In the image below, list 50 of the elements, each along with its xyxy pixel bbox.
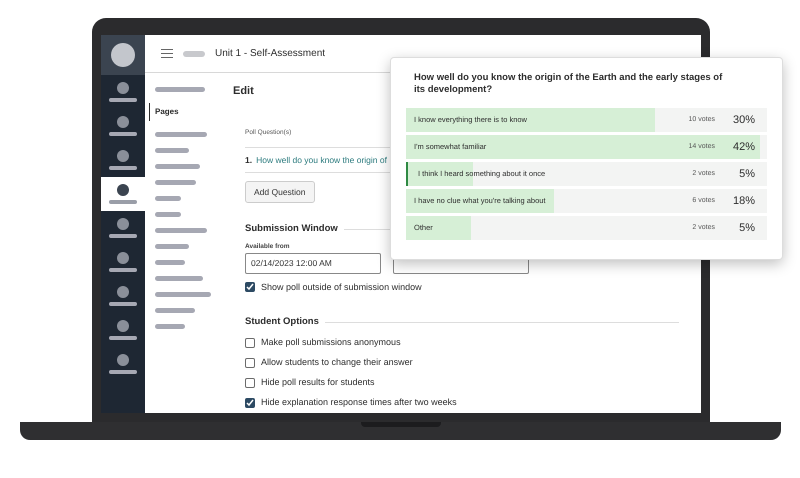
placeholder-bar: [155, 180, 196, 185]
placeholder-bar: [155, 196, 181, 201]
placeholder-bar: [109, 166, 137, 170]
placeholder-bar: [155, 164, 200, 169]
add-question-button[interactable]: Add Question: [245, 181, 315, 204]
placeholder-bar: [155, 324, 185, 329]
placeholder-bar: [155, 212, 181, 217]
placeholder-bar: [155, 292, 211, 297]
placeholder-bar: [109, 132, 137, 136]
avatar-icon[interactable]: [111, 43, 135, 67]
placeholder-bar: [155, 87, 205, 92]
placeholder-bar: [109, 98, 137, 102]
placeholder-bar: [155, 132, 207, 137]
placeholder-bar: [155, 244, 189, 249]
checkbox[interactable]: [245, 358, 255, 368]
section-heading: Submission Window: [245, 222, 338, 236]
vote-percent: 5%: [738, 166, 755, 182]
poll-question: How well do you know the origin of the Earth and the early stages of its development?: [414, 72, 724, 96]
vote-percent: 42%: [732, 140, 755, 155]
question-link[interactable]: How well do you know the origin of: [256, 154, 387, 166]
subnav-item[interactable]: Pages: [149, 103, 227, 121]
placeholder-bar: [155, 276, 203, 281]
placeholder-bar: [109, 302, 137, 306]
date-field[interactable]: 02/14/2023 12:00 AM: [245, 253, 381, 274]
question-number: 1.: [245, 154, 252, 166]
placeholder-bar: [109, 370, 137, 374]
placeholder-bar: [155, 260, 185, 265]
vote-percent: 5%: [738, 220, 755, 236]
checkbox-label: Hide poll results for students: [261, 376, 375, 389]
placeholder-bar: [155, 308, 195, 313]
placeholder-bar: [109, 268, 137, 272]
edit-heading: Edit: [233, 84, 254, 99]
vote-percent: 18%: [732, 194, 755, 209]
checkbox-label: Hide explanation response times after two weeks: [261, 396, 457, 409]
checkbox[interactable]: [245, 378, 255, 388]
breadcrumb-placeholder: [183, 50, 205, 56]
checkbox-label: Make poll submissions anonymous: [261, 336, 401, 349]
page-title: Unit 1 - Self-Assessment: [215, 47, 326, 61]
checkbox[interactable]: [245, 282, 255, 292]
menu-icon[interactable]: [161, 49, 173, 58]
placeholder-bar: [109, 336, 137, 340]
checkbox-label: Show poll outside of submission window: [261, 280, 422, 294]
section-heading: Student Options: [245, 315, 319, 330]
placeholder-bar: [109, 234, 137, 238]
checkbox[interactable]: [245, 338, 255, 348]
placeholder-bar: [155, 228, 207, 233]
checkbox-label: Allow students to change their answer: [261, 356, 413, 369]
placeholder-bar: [155, 148, 189, 153]
placeholder-bar: [109, 200, 137, 204]
vote-percent: 30%: [732, 112, 755, 128]
